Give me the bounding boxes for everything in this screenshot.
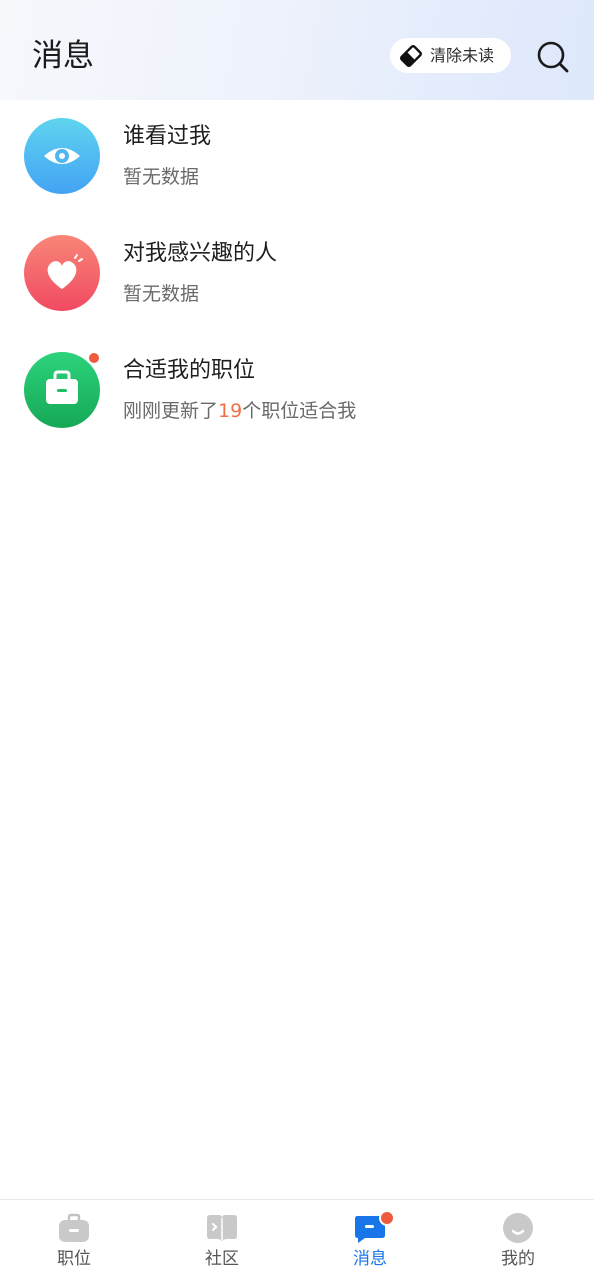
tab-label: 社区	[205, 1249, 239, 1269]
job-count: 19	[218, 400, 243, 422]
tab-label: 职位	[57, 1249, 91, 1269]
message-item-suitable-jobs[interactable]: 合适我的职位 刚刚更新了19个职位适合我	[0, 334, 594, 444]
tab-jobs[interactable]: 职位	[0, 1200, 148, 1280]
eye-icon	[24, 118, 100, 194]
clear-unread-label: 清除未读	[430, 45, 495, 65]
eraser-icon	[400, 44, 422, 67]
briefcase-icon	[24, 352, 100, 428]
subtitle-prefix: 刚刚更新了	[123, 400, 219, 422]
message-item-subtitle: 暂无数据	[123, 166, 200, 188]
tab-badge-dot	[379, 1210, 395, 1226]
message-item-title: 谁看过我	[123, 124, 212, 149]
briefcase-icon	[57, 1212, 91, 1244]
tab-label: 我的	[501, 1249, 535, 1269]
profile-icon	[501, 1212, 535, 1244]
message-item-who-viewed-me[interactable]: 谁看过我 暂无数据	[0, 100, 594, 210]
clear-unread-button[interactable]: 清除未读	[390, 38, 511, 73]
book-icon	[205, 1212, 239, 1244]
message-item-subtitle: 暂无数据	[123, 283, 200, 305]
page-title: 消息	[32, 38, 94, 74]
tab-label: 消息	[353, 1249, 387, 1269]
message-item-subtitle: 刚刚更新了19个职位适合我	[123, 398, 356, 424]
messages-screen: 消息 清除未读 谁看过我 暂无数据 对我感兴趣的人 暂无数据 合适我的职位 刚刚…	[0, 0, 594, 1280]
tab-profile[interactable]: 我的	[444, 1200, 592, 1280]
message-item-interested-in-me[interactable]: 对我感兴趣的人 暂无数据	[0, 217, 594, 327]
message-item-title: 合适我的职位	[123, 358, 256, 383]
header: 消息 清除未读	[0, 0, 594, 100]
search-icon[interactable]	[536, 40, 570, 74]
unread-dot	[89, 353, 99, 363]
subtitle-suffix: 个职位适合我	[242, 400, 357, 422]
bottom-tab-bar: 职位 社区 消息 我的	[0, 1199, 594, 1280]
tab-community[interactable]: 社区	[148, 1200, 296, 1280]
message-item-title: 对我感兴趣的人	[123, 241, 278, 266]
heart-icon	[24, 235, 100, 311]
tab-messages[interactable]: 消息	[296, 1200, 444, 1280]
